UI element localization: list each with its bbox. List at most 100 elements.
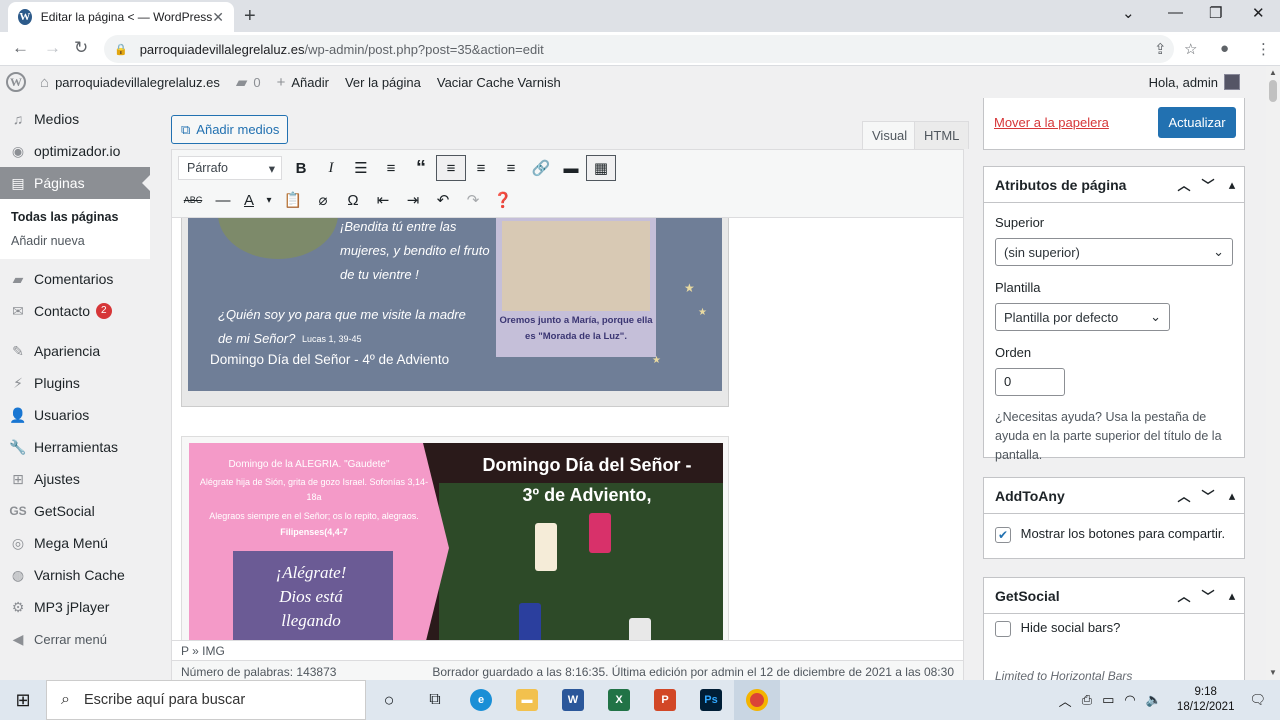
url-field[interactable]: 🔒 parroquiadevillalegrelaluz.es /wp-admi… [104, 35, 1174, 63]
scroll-down-icon[interactable]: ▼ [1269, 668, 1277, 677]
wifi-icon[interactable]: ◠ [1124, 692, 1135, 708]
notifications-icon[interactable]: 🗨 [1249, 692, 1266, 708]
tab-visual[interactable]: Visual [862, 121, 918, 149]
sidebar-item-plugins[interactable]: ⚡ Plugins [0, 367, 150, 399]
view-page-link[interactable]: Ver la página [345, 75, 421, 90]
help-button[interactable]: ❓ [488, 187, 518, 213]
forward-icon[interactable]: → [44, 38, 61, 58]
sidebar-item-varnish[interactable]: ◍ Varnish Cache [0, 559, 150, 591]
format-select[interactable]: Párrafo ▾ [178, 156, 282, 180]
indent-button[interactable]: ⇥ [398, 187, 428, 213]
volume-icon[interactable]: 🔈 [1146, 692, 1162, 708]
excel-icon[interactable]: X [596, 680, 642, 720]
bookmark-star-icon[interactable]: ☆ [1184, 40, 1197, 58]
special-character-button[interactable]: Ω [338, 187, 368, 213]
read-more-button[interactable]: ▬ [556, 155, 586, 181]
parent-select[interactable]: (sin superior) ⌄ [995, 238, 1233, 266]
account-menu[interactable]: Hola, admin [1149, 74, 1240, 90]
close-window-icon[interactable]: ✕ [1252, 4, 1265, 22]
browser-tab[interactable]: W Editar la página < — WordPress ✕ [8, 2, 234, 32]
collapse-menu-button[interactable]: ◀ Cerrar menú [0, 623, 150, 655]
sidebar-item-optimizador[interactable]: ◉ optimizador.io [0, 135, 150, 167]
word-icon[interactable]: W [550, 680, 596, 720]
browser-menu-icon[interactable]: ⋮ [1256, 40, 1271, 58]
comments-link[interactable]: ▰ 0 [236, 73, 261, 91]
tab-close-icon[interactable]: ✕ [212, 9, 224, 26]
taskbar-clock[interactable]: 9:18 18/12/2021 [1177, 685, 1235, 715]
link-button[interactable]: 🔗 [526, 155, 556, 181]
maximize-icon[interactable]: ❐ [1209, 4, 1222, 22]
align-left-button[interactable]: ≡ [436, 155, 466, 181]
italic-button[interactable]: I [316, 155, 346, 181]
move-down-icon[interactable]: ﹀ [1196, 175, 1220, 194]
share-buttons-checkbox[interactable]: ✔ [995, 526, 1011, 543]
submenu-all-pages[interactable]: Todas las páginas [0, 205, 150, 229]
profile-icon[interactable]: ● [1220, 40, 1229, 57]
scroll-thumb[interactable] [1269, 80, 1277, 102]
edge-icon[interactable]: e [458, 680, 504, 720]
sidebar-item-herramientas[interactable]: 🔧 Herramientas [0, 431, 150, 463]
sidebar-item-ajustes[interactable]: ⊞ Ajustes [0, 463, 150, 495]
move-up-icon[interactable]: ︿ [1172, 586, 1196, 605]
hide-social-bars-checkbox[interactable]: ✔ [995, 620, 1011, 637]
share-icon[interactable]: ⇪ [1154, 40, 1167, 58]
align-center-button[interactable]: ≡ [466, 155, 496, 181]
purge-varnish-link[interactable]: Vaciar Cache Varnish [437, 75, 561, 90]
strikethrough-button[interactable]: ABC [178, 187, 208, 213]
embedded-image-advent-3[interactable]: Domingo de la ALEGRIA. "Gaudete" Alégrat… [181, 436, 729, 640]
undo-button[interactable]: ↶ [428, 187, 458, 213]
page-scrollbar[interactable]: ▲ ▼ [1266, 66, 1280, 680]
meet-now-icon[interactable]: ⎙ [1082, 692, 1092, 708]
file-explorer-icon[interactable]: ▬ [504, 680, 550, 720]
toggle-panel-icon[interactable]: ▴ [1220, 488, 1244, 504]
taskbar-search-input[interactable]: ⌕ Escribe aquí para buscar [46, 680, 366, 720]
editor-content[interactable]: ¡Bendita tú entre las mujeres, y bendito… [172, 218, 963, 640]
redo-button[interactable]: ↷ [458, 187, 488, 213]
sidebar-item-medios[interactable]: ♫ Medios [0, 103, 150, 135]
bold-button[interactable]: B [286, 155, 316, 181]
scroll-up-icon[interactable]: ▲ [1269, 68, 1277, 77]
minimize-icon[interactable]: — [1168, 4, 1183, 21]
update-button[interactable]: Actualizar [1158, 107, 1236, 138]
sidebar-item-mega-menu[interactable]: ◎ Mega Menú [0, 527, 150, 559]
add-media-button[interactable]: ⧉ Añadir medios [171, 115, 288, 144]
sidebar-item-mp3[interactable]: ⚙ MP3 jPlayer [0, 591, 150, 623]
task-view-icon[interactable]: ⧉ [412, 680, 458, 720]
sidebar-item-comentarios[interactable]: ▰ Comentarios [0, 263, 150, 295]
clear-formatting-button[interactable]: ⌀ [308, 187, 338, 213]
blockquote-button[interactable]: “ [406, 155, 436, 181]
text-color-button[interactable]: A [238, 187, 260, 213]
reload-icon[interactable]: ↻ [74, 38, 88, 58]
photoshop-icon[interactable]: Ps [688, 680, 734, 720]
sidebar-item-paginas[interactable]: ▤ Páginas [0, 167, 150, 199]
text-color-dropdown[interactable]: ▾ [260, 187, 278, 213]
add-new-link[interactable]: + Añadir [277, 74, 329, 91]
sidebar-item-getsocial[interactable]: GS GetSocial [0, 495, 150, 527]
move-down-icon[interactable]: ﹀ [1196, 486, 1220, 505]
numbered-list-button[interactable]: ≡ [376, 155, 406, 181]
toolbar-toggle-button[interactable]: ▦ [586, 155, 616, 181]
submenu-add-new[interactable]: Añadir nueva [0, 229, 150, 253]
cortana-icon[interactable]: ○ [366, 680, 412, 720]
toggle-panel-icon[interactable]: ▴ [1220, 588, 1244, 604]
bullet-list-button[interactable]: ☰ [346, 155, 376, 181]
site-name-link[interactable]: ⌂ parroquiadevillalegrelaluz.es [40, 74, 220, 91]
back-icon[interactable]: ← [12, 38, 29, 58]
template-select[interactable]: Plantilla por defecto ⌄ [995, 303, 1170, 331]
move-to-trash-link[interactable]: Mover a la papelera [994, 115, 1109, 130]
chrome-icon[interactable] [734, 680, 780, 720]
powerpoint-icon[interactable]: P [642, 680, 688, 720]
sidebar-item-usuarios[interactable]: 👤 Usuarios [0, 399, 150, 431]
wordpress-logo-icon[interactable]: W [6, 72, 26, 92]
toggle-panel-icon[interactable]: ▴ [1220, 177, 1244, 193]
sidebar-item-contacto[interactable]: ✉ Contacto 2 [0, 295, 150, 327]
battery-icon[interactable]: ▭ [1102, 692, 1114, 708]
sidebar-item-apariencia[interactable]: ✎ Apariencia [0, 335, 150, 367]
order-input[interactable]: 0 [995, 368, 1065, 396]
tab-html[interactable]: HTML [914, 121, 970, 149]
tab-search-icon[interactable]: ⌄ [1122, 4, 1135, 22]
move-up-icon[interactable]: ︿ [1172, 175, 1196, 194]
show-hidden-icons-icon[interactable]: ︿ [1059, 691, 1072, 710]
new-tab-button[interactable]: + [244, 5, 256, 28]
embedded-image-advent-4[interactable]: ¡Bendita tú entre las mujeres, y bendito… [181, 218, 729, 407]
